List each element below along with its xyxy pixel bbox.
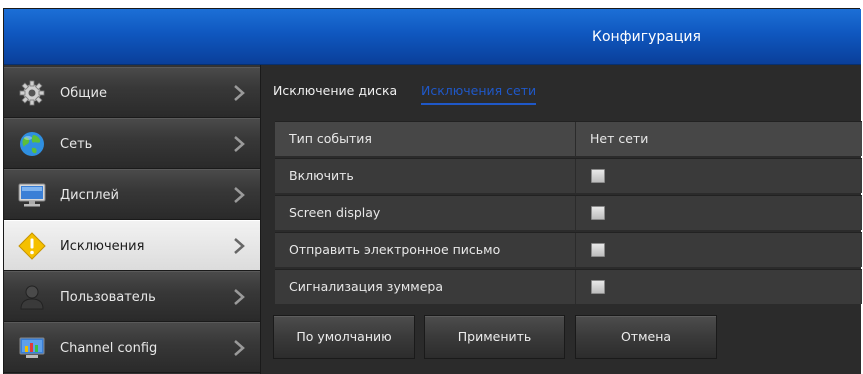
sidebar-item-channel-config[interactable]: Channel config — [4, 322, 260, 373]
event-type-label: Тип события — [289, 131, 372, 146]
configuration-window: Конфигурация Общие Сеть Дисплей Исключен… — [3, 8, 862, 374]
channel-config-icon — [19, 337, 45, 358]
table-row: Тип события Нет сети — [275, 121, 862, 156]
sidebar-item-label: Пользователь — [60, 290, 156, 305]
enable-label: Включить — [289, 168, 354, 183]
send-email-checkbox[interactable] — [591, 243, 605, 257]
screen-display-label: Screen display — [289, 205, 381, 220]
default-button[interactable]: По умолчанию — [273, 315, 415, 359]
user-icon — [20, 285, 44, 310]
sidebar-item-label: Общие — [60, 86, 107, 101]
chevron-right-icon — [234, 289, 245, 305]
buzzer-alarm-label: Сигнализация зуммера — [289, 279, 443, 294]
buzzer-alarm-checkbox[interactable] — [591, 280, 605, 294]
sidebar-item-general[interactable]: Общие — [4, 67, 260, 118]
screen-display-checkbox[interactable] — [591, 206, 605, 220]
sidebar-item-display[interactable]: Дисплей — [4, 169, 260, 220]
sidebar-item-network[interactable]: Сеть — [4, 118, 260, 169]
event-type-value: Нет сети — [590, 131, 649, 146]
monitor-icon — [18, 183, 46, 207]
sidebar-item-user[interactable]: Пользователь — [4, 271, 260, 322]
sidebar-item-label: Channel config — [60, 341, 158, 356]
main-panel: Исключение диска Исключения сети Тип соб… — [260, 65, 862, 374]
chevron-right-icon — [234, 85, 245, 101]
table-row: Отправить электронное письмо — [275, 232, 862, 267]
tab-network-exception[interactable]: Исключения сети — [421, 79, 537, 105]
gear-icon — [19, 80, 45, 106]
chevron-right-icon — [234, 340, 245, 356]
window-title: Конфигурация — [592, 29, 701, 45]
chevron-right-icon — [234, 187, 245, 203]
title-bar: Конфигурация — [4, 9, 861, 65]
sidebar-item-label: Сеть — [60, 137, 93, 152]
send-email-label: Отправить электронное письмо — [289, 242, 501, 257]
table-row: Screen display — [275, 195, 862, 230]
table-row: Включить — [275, 158, 862, 193]
chevron-right-icon — [234, 238, 245, 254]
chevron-right-icon — [234, 136, 245, 152]
globe-icon — [20, 132, 44, 156]
tab-disk-exception[interactable]: Исключение диска — [273, 79, 397, 103]
sidebar: Общие Сеть Дисплей Исключения Пользовате… — [4, 65, 260, 374]
cancel-button[interactable]: Отмена — [575, 315, 717, 359]
sidebar-item-label: Исключения — [60, 239, 145, 254]
apply-button[interactable]: Применить — [424, 315, 565, 359]
sidebar-item-label: Дисплей — [60, 188, 120, 203]
enable-checkbox[interactable] — [591, 169, 605, 183]
event-type-value-cell[interactable]: Нет сети — [576, 122, 862, 156]
sidebar-item-exceptions[interactable]: Исключения — [4, 220, 260, 271]
warning-icon — [18, 232, 46, 260]
table-row: Сигнализация зуммера — [275, 269, 862, 304]
